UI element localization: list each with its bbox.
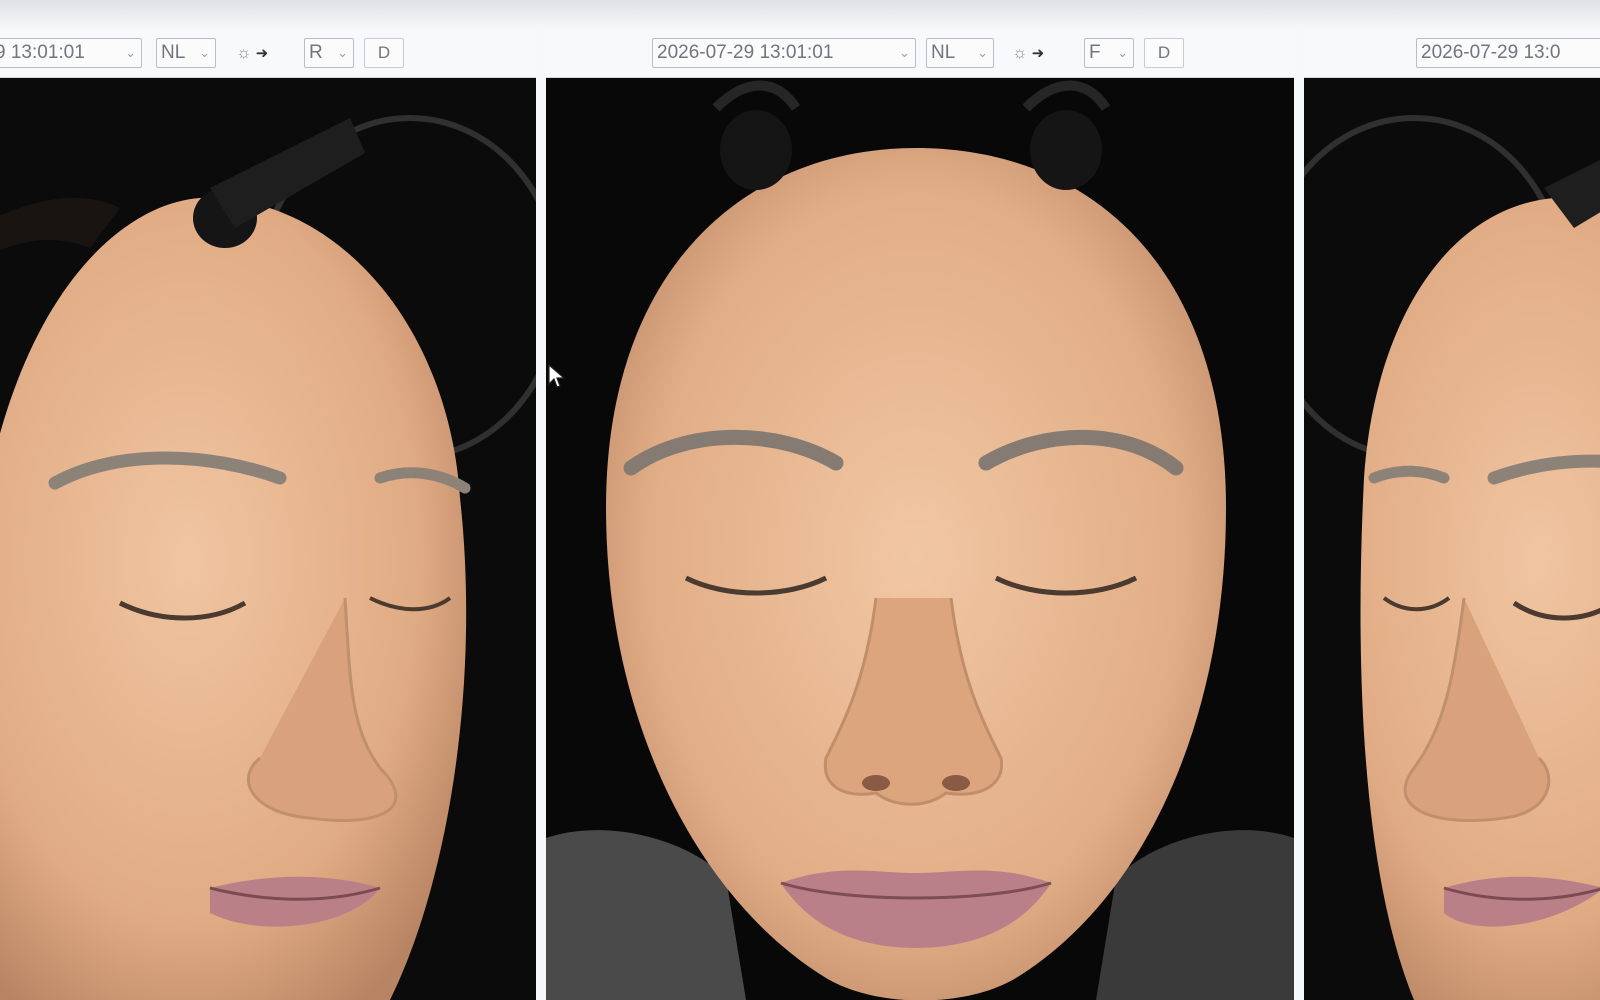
d-button[interactable]: D [364,38,404,68]
d-button[interactable]: D [1144,38,1184,68]
face-photo-right-profile [0,78,540,1000]
mouse-pointer-icon [548,364,566,388]
light-mode-select[interactable]: NL ⌄ [156,38,216,68]
image-panel-center: 2026-07-29 13:01:01 ⌄ NL ⌄ ☼ ➜ F ⌄ D [546,30,1294,1000]
side-value: F [1089,42,1101,63]
lightbulb-icon: ☼ [236,43,252,62]
face-analysis-screen: 9 13:01:01 ⌄ NL ⌄ ☼ ➜ R ⌄ D 2026-07-29 1… [0,0,1600,1000]
panel-toolbar: 9 13:01:01 ⌄ NL ⌄ ☼ ➜ R ⌄ D [0,30,540,78]
d-label: D [1157,43,1171,62]
face-photo-left-profile [1304,78,1600,1000]
chevron-down-icon: ⌄ [337,45,348,60]
datetime-select[interactable]: 9 13:01:01 ⌄ [0,38,142,68]
face-photo-front [546,78,1294,1000]
light-mode-select[interactable]: NL ⌄ [926,38,994,68]
chevron-down-icon: ⌄ [899,45,910,60]
datetime-select[interactable]: 2026-07-29 13:0 ⌄ [1416,38,1600,68]
chevron-down-icon: ⌄ [199,45,210,60]
panel-divider [1294,30,1304,1000]
arrow-right-icon: ➜ [1031,45,1045,62]
image-panel-right: 2026-07-29 13:0 ⌄ [1304,30,1600,1000]
d-label: D [377,43,391,62]
light-toggle-button[interactable]: ☼ ➜ [1012,40,1068,66]
side-select[interactable]: R ⌄ [304,38,354,68]
lightbulb-icon: ☼ [1012,43,1028,62]
arrow-right-icon: ➜ [255,45,269,62]
light-mode-value: NL [161,42,186,63]
datetime-value: 9 13:01:01 [0,42,85,63]
side-select[interactable]: F ⌄ [1084,38,1134,68]
light-mode-value: NL [931,42,956,63]
side-value: R [309,42,323,63]
image-panel-left: 9 13:01:01 ⌄ NL ⌄ ☼ ➜ R ⌄ D [0,30,540,1000]
datetime-select[interactable]: 2026-07-29 13:01:01 ⌄ [652,38,916,68]
light-toggle-button[interactable]: ☼ ➜ [236,40,292,66]
chevron-down-icon: ⌄ [977,45,988,60]
datetime-value: 2026-07-29 13:01:01 [657,42,834,63]
panel-toolbar: 2026-07-29 13:01:01 ⌄ NL ⌄ ☼ ➜ F ⌄ D [546,30,1294,78]
panel-toolbar: 2026-07-29 13:0 ⌄ [1304,30,1600,78]
window-top-bar [0,0,1600,30]
panel-divider [536,30,546,1000]
datetime-value: 2026-07-29 13:0 [1421,42,1561,63]
chevron-down-icon: ⌄ [125,45,136,60]
chevron-down-icon: ⌄ [1117,45,1128,60]
